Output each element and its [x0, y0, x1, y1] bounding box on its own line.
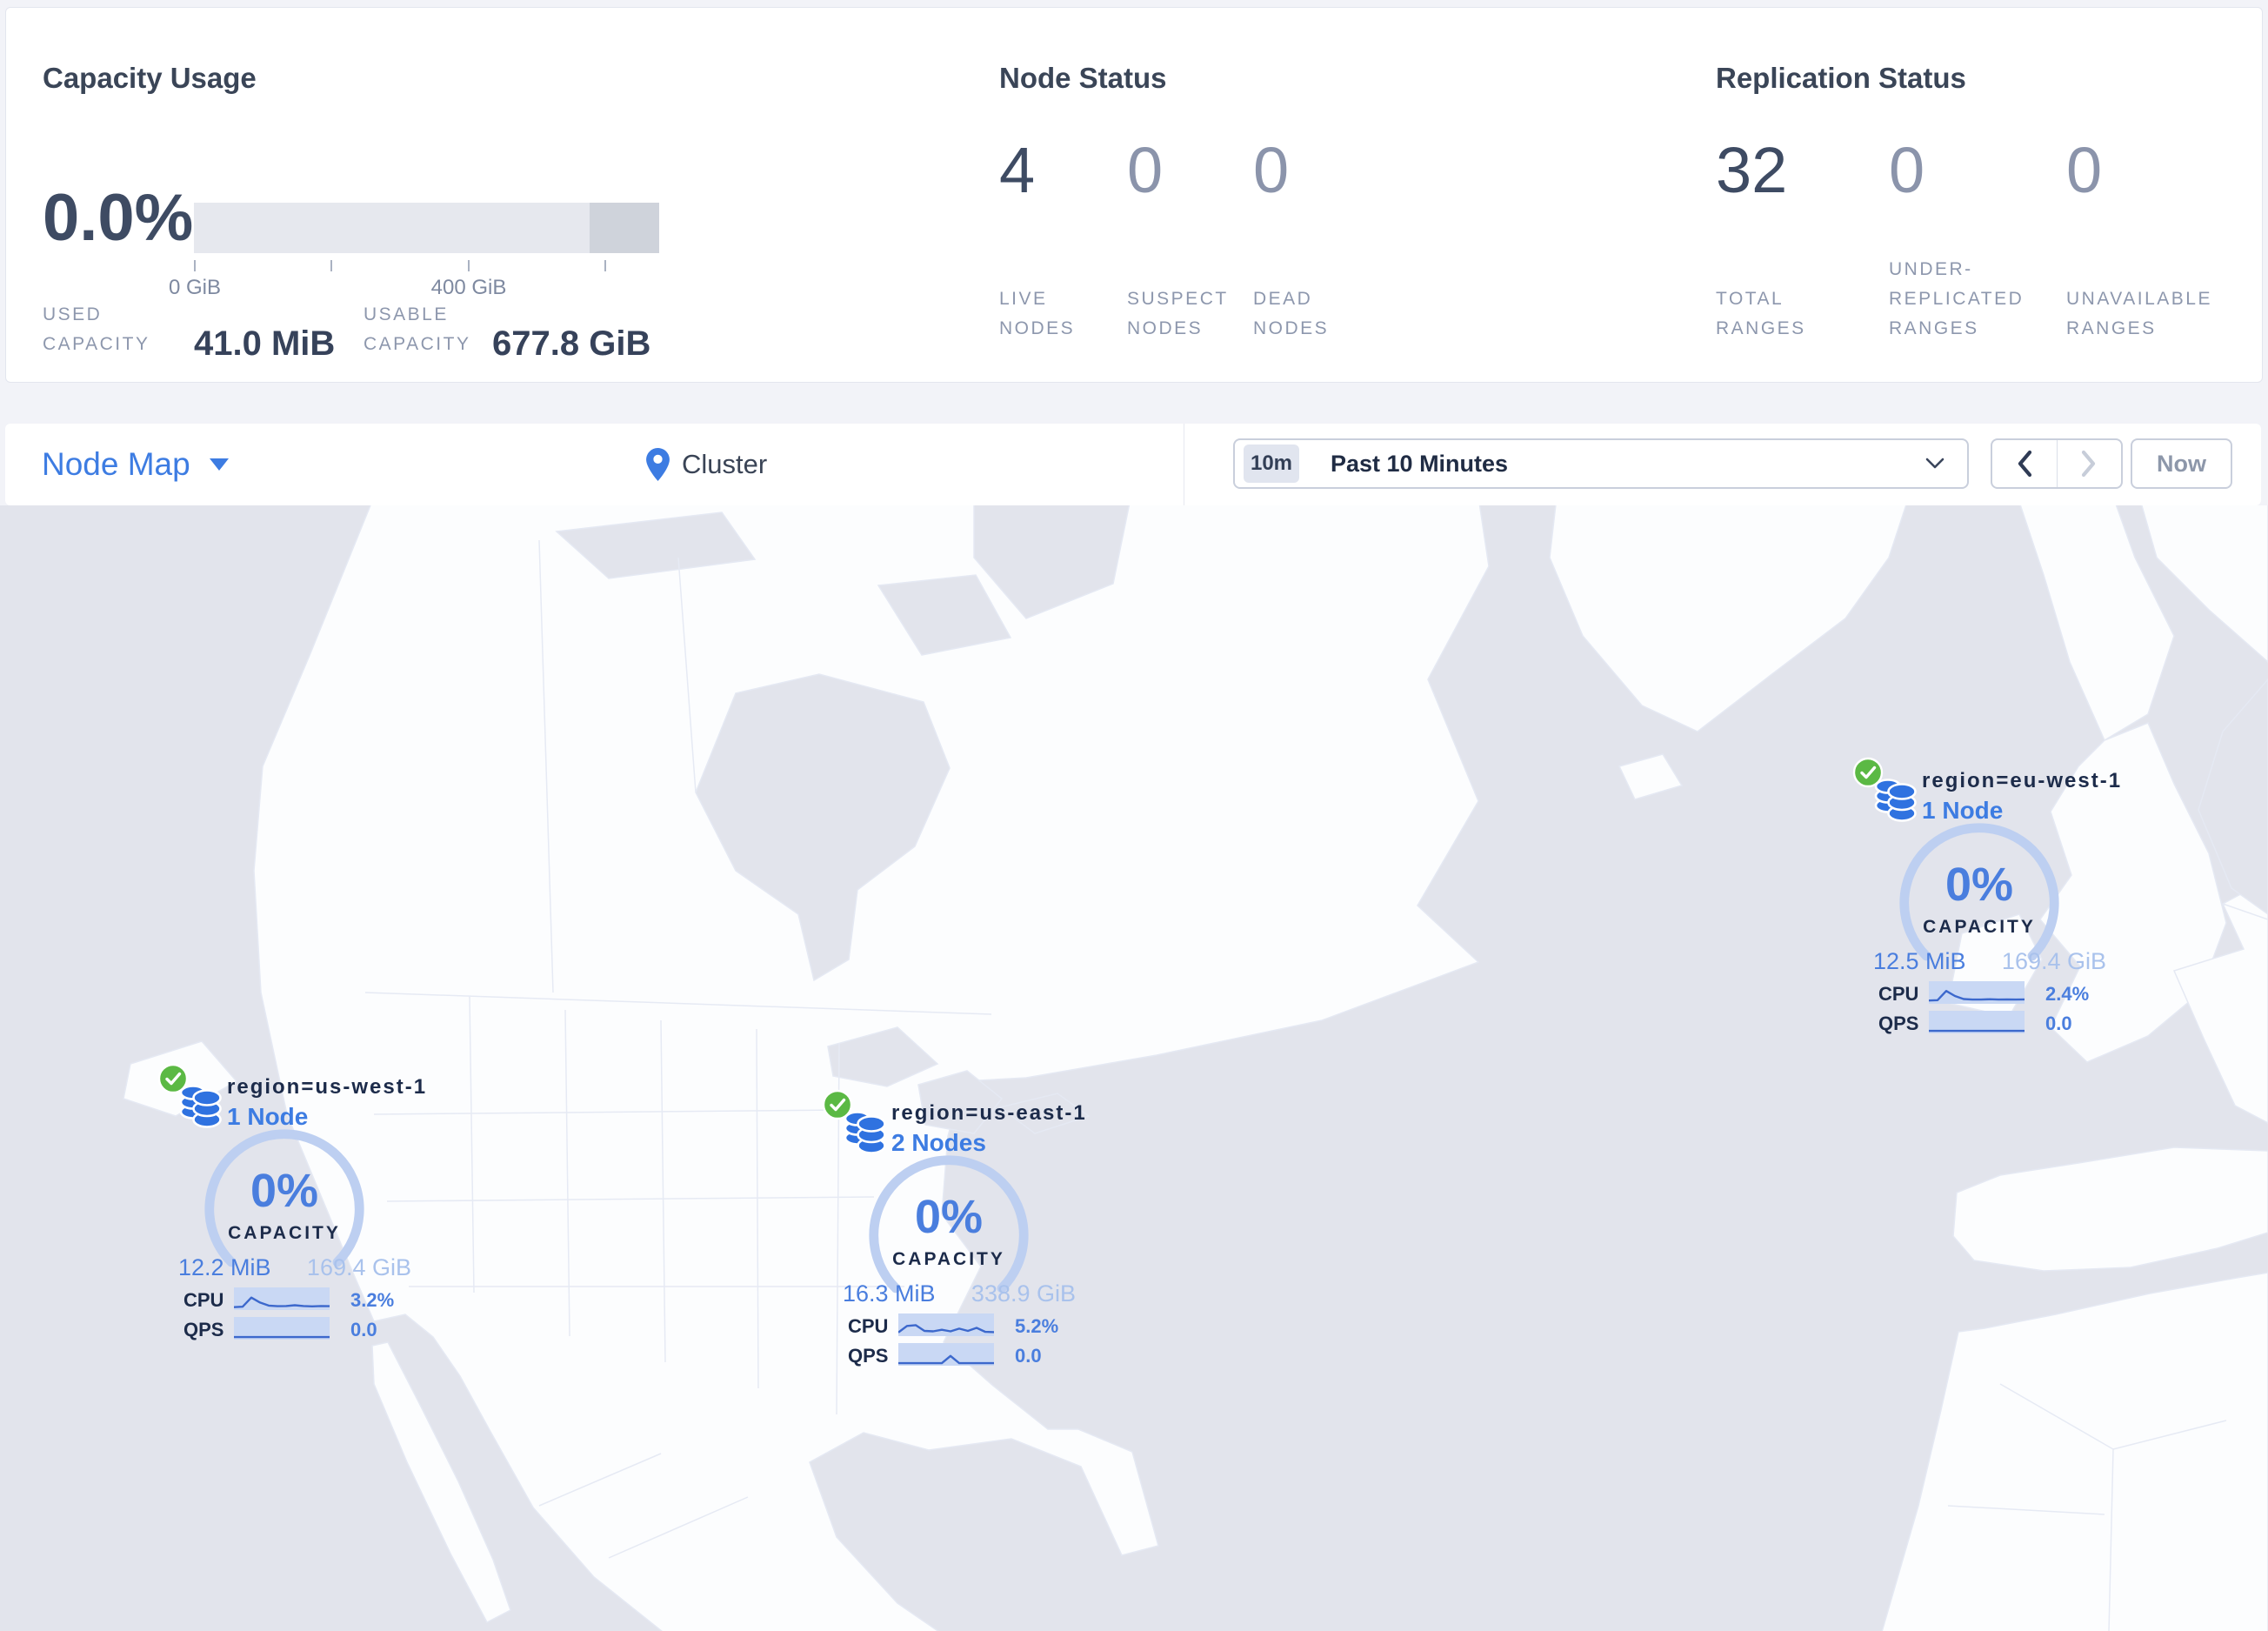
time-range-label: Past 10 Minutes [1331, 450, 1509, 477]
database-stack-icon [844, 1111, 886, 1154]
dead-nodes-label: DEAD NODES [1253, 289, 1330, 338]
time-range-badge: 10m [1244, 445, 1299, 483]
suspect-nodes-label: SUSPECT NODES [1127, 289, 1229, 338]
region-capacity-percent: 0% [1944, 859, 2014, 911]
capacity-bar-reserved-segment [590, 203, 659, 253]
qps-label: QPS [1878, 1013, 1919, 1034]
qps-value: 0.0 [350, 1319, 377, 1340]
time-step-buttons [1991, 438, 2123, 489]
region-cpu-row: CPU 5.2% [822, 1313, 1083, 1338]
usable-capacity-label: USABLE CAPACITY [364, 304, 471, 354]
used-capacity-label: USED CAPACITY [43, 304, 150, 354]
region-label: region=us-east-1 [891, 1101, 1087, 1125]
time-forward-button[interactable] [2056, 440, 2122, 487]
time-range-selector[interactable]: 10m Past 10 Minutes [1233, 438, 1969, 489]
replication-status-title: Replication Status [1716, 62, 1966, 94]
suspect-nodes-count: 0 [1127, 134, 1164, 206]
view-selector-label: Node Map [42, 446, 190, 482]
breadcrumb-label: Cluster [682, 449, 768, 479]
cpu-value: 3.2% [350, 1289, 395, 1311]
used-capacity-value: 41.0 MiB [194, 324, 336, 363]
capacity-bar [194, 203, 659, 253]
time-back-button[interactable] [1992, 440, 2057, 487]
region-total-capacity: 338.9 GiB [971, 1280, 1076, 1307]
qps-sparkline-chart [1929, 1011, 2025, 1033]
qps-value: 0.0 [1015, 1345, 1042, 1367]
capacity-axis-label-0: 0 GiB [168, 276, 222, 299]
chevron-right-icon [2082, 450, 2096, 478]
capacity-percent: 0.0% [43, 181, 194, 255]
region-cpu-row: CPU 3.2% [157, 1287, 418, 1312]
qps-sparkline-chart [898, 1343, 994, 1366]
cpu-sparkline-chart [1929, 981, 2025, 1004]
view-selector-dropdown[interactable]: Node Map [42, 424, 229, 505]
qps-sparkline-chart [234, 1317, 330, 1340]
capacity-axis-tick [468, 260, 470, 271]
node-map: region=us-west-1 1 Node 0% CAPACITY 12.2… [0, 505, 2268, 1631]
region-cpu-row: CPU 2.4% [1852, 981, 2113, 1006]
region-used-capacity: 16.3 MiB [843, 1280, 936, 1307]
under-replicated-ranges-label: UNDER- REPLICATED RANGES [1889, 259, 2025, 338]
breadcrumb[interactable]: Cluster [646, 424, 767, 505]
node-status-title: Node Status [999, 62, 1167, 94]
region-used-capacity: 12.5 MiB [1873, 948, 1966, 974]
unavailable-ranges-count: 0 [2066, 134, 2103, 206]
region-marker-eu-west-1[interactable]: region=eu-west-1 1 Node 0% CAPACITY 12.5… [1852, 757, 2120, 1047]
capacity-axis-tick [194, 260, 196, 271]
region-capacity-percent: 0% [250, 1165, 319, 1217]
live-nodes-label: LIVE NODES [999, 289, 1076, 338]
cpu-sparkline-chart [234, 1287, 330, 1310]
chevron-down-icon [209, 458, 229, 471]
region-label: region=us-west-1 [227, 1075, 428, 1099]
region-label: region=eu-west-1 [1922, 769, 2123, 792]
region-capacity-percent: 0% [914, 1191, 984, 1243]
region-total-capacity: 169.4 GiB [306, 1254, 411, 1280]
region-total-capacity: 169.4 GiB [2001, 948, 2106, 974]
cpu-sparkline-chart [898, 1313, 994, 1336]
qps-value: 0.0 [2045, 1013, 2072, 1034]
capacity-usage-title: Capacity Usage [43, 62, 257, 94]
region-capacity-values: 12.2 MiB 169.4 GiB [178, 1254, 411, 1281]
cpu-label: CPU [183, 1289, 224, 1311]
cpu-value: 2.4% [2045, 983, 2090, 1005]
qps-label: QPS [183, 1319, 224, 1340]
total-ranges-count: 32 [1716, 134, 1788, 206]
region-marker-us-east-1[interactable]: region=us-east-1 2 Nodes 0% CAPACITY 16.… [822, 1089, 1085, 1380]
region-marker-us-west-1[interactable]: region=us-west-1 1 Node 0% CAPACITY 12.2… [157, 1063, 425, 1354]
under-replicated-ranges-count: 0 [1889, 134, 1925, 206]
region-qps-row: QPS 0.0 [157, 1317, 418, 1341]
live-nodes-count: 4 [999, 134, 1036, 206]
cluster-summary-panel: Capacity Usage 0.0% 0 GiB 400 GiB USED C… [5, 7, 2263, 383]
cpu-value: 5.2% [1015, 1315, 1059, 1337]
chevron-down-icon [1925, 458, 1944, 469]
region-capacity-values: 12.5 MiB 169.4 GiB [1873, 948, 2106, 975]
qps-label: QPS [848, 1345, 889, 1367]
database-stack-icon [179, 1085, 222, 1128]
database-stack-icon [1874, 779, 1917, 822]
now-button[interactable]: Now [2131, 438, 2232, 489]
capacity-axis-label-400: 400 GiB [430, 276, 507, 299]
region-qps-row: QPS 0.0 [1852, 1011, 2113, 1035]
unavailable-ranges-label: UNAVAILABLE RANGES [2066, 289, 2212, 338]
region-capacity-values: 16.3 MiB 338.9 GiB [843, 1280, 1076, 1307]
region-capacity-label: CAPACITY [892, 1249, 1005, 1269]
cpu-label: CPU [848, 1315, 889, 1337]
dead-nodes-count: 0 [1253, 134, 1290, 206]
capacity-axis-tick [330, 260, 332, 271]
region-qps-row: QPS 0.0 [822, 1343, 1083, 1367]
map-toolbar: Node Map Cluster 10m Past 10 Minutes Now [5, 424, 2261, 505]
capacity-axis-tick [604, 260, 606, 271]
chevron-left-icon [2018, 450, 2031, 478]
region-used-capacity: 12.2 MiB [178, 1254, 271, 1280]
total-ranges-label: TOTAL RANGES [1716, 289, 1806, 338]
region-capacity-label: CAPACITY [1923, 917, 2036, 937]
usable-capacity-value: 677.8 GiB [492, 324, 651, 363]
location-pin-icon [646, 448, 670, 481]
region-capacity-label: CAPACITY [228, 1223, 341, 1243]
cpu-label: CPU [1878, 983, 1919, 1005]
